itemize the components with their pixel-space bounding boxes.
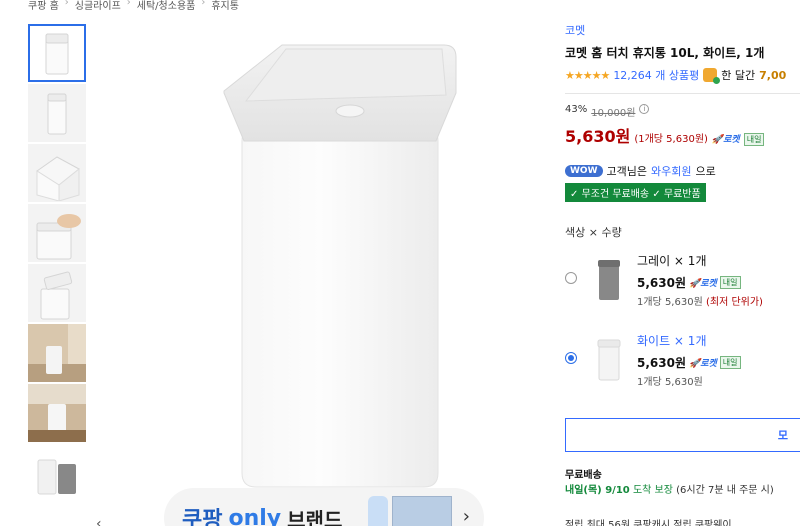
breadcrumb-single-life[interactable]: 싱글라이프	[75, 0, 121, 12]
option-radio-gray[interactable]	[565, 272, 577, 284]
product-info-panel: 코멧 코멧 홈 터치 휴지통 10L, 화이트, 1개 ★★★★★ 12,264…	[565, 22, 800, 400]
breadcrumb: 쿠팡 홈 › 싱글라이프 › 세탁/청소용품 › 휴지통	[28, 0, 239, 12]
discount-rate: 43%	[565, 104, 588, 115]
option-heading: 색상 × 수량	[565, 226, 622, 239]
chevron-left-icon[interactable]: ‹	[96, 516, 102, 526]
thumbnail-3[interactable]	[28, 144, 86, 202]
lowest-unit-note: (최저 단위가)	[705, 297, 763, 308]
breadcrumb-home[interactable]: 쿠팡 홈	[28, 0, 59, 12]
chevron-right-icon[interactable]: ›	[463, 506, 470, 526]
product-title: 코멧 홈 터치 휴지통 10L, 화이트, 1개	[565, 46, 765, 60]
room-photo-icon	[28, 384, 86, 442]
star-rating-icon[interactable]: ★★★★★	[565, 69, 610, 82]
banner-brand-label: 브랜드	[287, 507, 343, 526]
water-bottle-icon	[368, 496, 388, 526]
banner-brand-only: only	[228, 505, 282, 526]
banner-brand-coupang: 쿠팡	[182, 508, 223, 526]
sale-price: 5,630원	[565, 127, 631, 146]
thumbnail-2[interactable]	[28, 84, 86, 142]
option-price-row-gray: 5,630원 🚀로켓 내일	[637, 274, 741, 291]
breadcrumb-laundry[interactable]: 세탁/청소용품	[137, 0, 196, 12]
rocket-delivery-icon: 🚀로켓	[689, 279, 717, 289]
rocket-label: 로켓	[700, 279, 717, 289]
trash-can-top-icon	[36, 156, 80, 201]
rating-row: ★★★★★ 12,264 개 상품평 한 달간 7,00	[565, 67, 800, 84]
wow-badge: WOW	[565, 165, 603, 177]
main-product-image[interactable]	[172, 30, 508, 502]
wow-text-suffix: 으로	[695, 165, 716, 178]
rocket-delivery-icon: 🚀로켓	[689, 359, 717, 369]
product-box-icon	[392, 496, 452, 526]
hand-press-icon	[36, 214, 81, 260]
tomorrow-badge: 내일	[743, 133, 765, 146]
rocket-label: 로켓	[723, 135, 740, 145]
cash-reward-row: 적립 최대 56원 쿠팡캐시 적립 쿠팡웨이	[565, 520, 732, 526]
order-deadline: (6시간 7분 내 주문 시)	[676, 485, 774, 496]
divider	[565, 93, 800, 94]
shipping-row: 내일(목) 9/10 도착 보장 (6시간 7분 내 주문 시)	[565, 481, 774, 496]
month-label: 한 달간	[721, 69, 756, 82]
option-unit-gray: 1개당 5,630원 (최저 단위가)	[637, 293, 763, 308]
room-photo-icon	[28, 324, 86, 382]
option-radio-white[interactable]	[565, 352, 577, 364]
trash-can-icon	[47, 93, 67, 135]
option-price-white: 5,630원	[637, 356, 686, 370]
delivery-guarantee: 도착 보장	[632, 485, 673, 496]
thumbnail-list	[28, 24, 88, 504]
option-white[interactable]: 화이트 × 1개 5,630원 🚀로켓 내일 1개당 5,630원	[565, 320, 800, 400]
option-price-row-white: 5,630원 🚀로켓 내일	[637, 354, 741, 371]
wow-row: WOW 고객님은 와우회원 으로	[565, 163, 800, 179]
thumbnail-6[interactable]	[28, 324, 86, 382]
trash-can-icon	[45, 33, 69, 75]
info-icon[interactable]: i	[639, 104, 650, 114]
more-options-button[interactable]: 모	[565, 418, 800, 452]
thumbnail-7[interactable]	[28, 384, 86, 442]
breadcrumb-trash-can[interactable]: 휴지통	[211, 0, 239, 12]
option-gray[interactable]: 그레이 × 1개 5,630원 🚀로켓 내일 1개당 5,630원 (최저 단위…	[565, 240, 800, 320]
thumbnail-1[interactable]	[28, 24, 86, 82]
option-name-white: 화이트 × 1개	[637, 334, 707, 348]
trash-can-open-icon	[40, 271, 73, 320]
chevron-right-icon: ›	[64, 0, 69, 8]
thumbnail-5[interactable]	[28, 264, 86, 322]
option-price-gray: 5,630원	[637, 276, 686, 290]
tomorrow-badge: 내일	[719, 356, 741, 369]
chevron-right-icon: ›	[201, 0, 206, 8]
original-price: 10,000원	[591, 108, 636, 119]
shopping-bag-icon	[703, 68, 721, 84]
white-gray-pair-icon	[28, 444, 86, 502]
month-purchase-count: 7,00	[759, 68, 787, 82]
thumbnail-8[interactable]	[28, 444, 86, 502]
coupang-only-brand-banner[interactable]: 쿠팡 only 브랜드 ›	[164, 488, 484, 526]
delivery-date: 내일(목) 9/10	[565, 485, 630, 496]
gray-bin-icon	[595, 254, 623, 302]
discount-row: 43% 10,000원 i	[565, 104, 800, 119]
option-name-gray: 그레이 × 1개	[637, 254, 707, 268]
wow-member-link[interactable]: 와우회원	[651, 163, 691, 179]
thumbnail-4[interactable]	[28, 204, 86, 262]
review-count-link[interactable]: 12,264 개 상품평	[613, 67, 699, 83]
rocket-label: 로켓	[700, 359, 717, 369]
option-unit-text: 1개당 5,630원	[637, 297, 703, 308]
rocket-delivery-icon: 🚀로켓	[711, 135, 740, 145]
unit-price: (1개당 5,630원)	[634, 134, 708, 145]
tomorrow-badge: 내일	[719, 276, 741, 289]
price-row: 5,630원 (1개당 5,630원) 🚀로켓 내일	[565, 123, 800, 147]
white-bin-icon	[595, 334, 623, 382]
trash-can-icon	[223, 44, 457, 488]
wow-text: 고객님은	[606, 165, 647, 178]
free-shipping-badge: ✓ 무조건 무료배송 ✓ 무료반품	[565, 183, 706, 202]
option-unit-white: 1개당 5,630원	[637, 377, 703, 388]
brand-link[interactable]: 코멧	[565, 22, 800, 38]
shipping-label: 무료배송	[565, 470, 602, 481]
chevron-right-icon: ›	[126, 0, 131, 8]
